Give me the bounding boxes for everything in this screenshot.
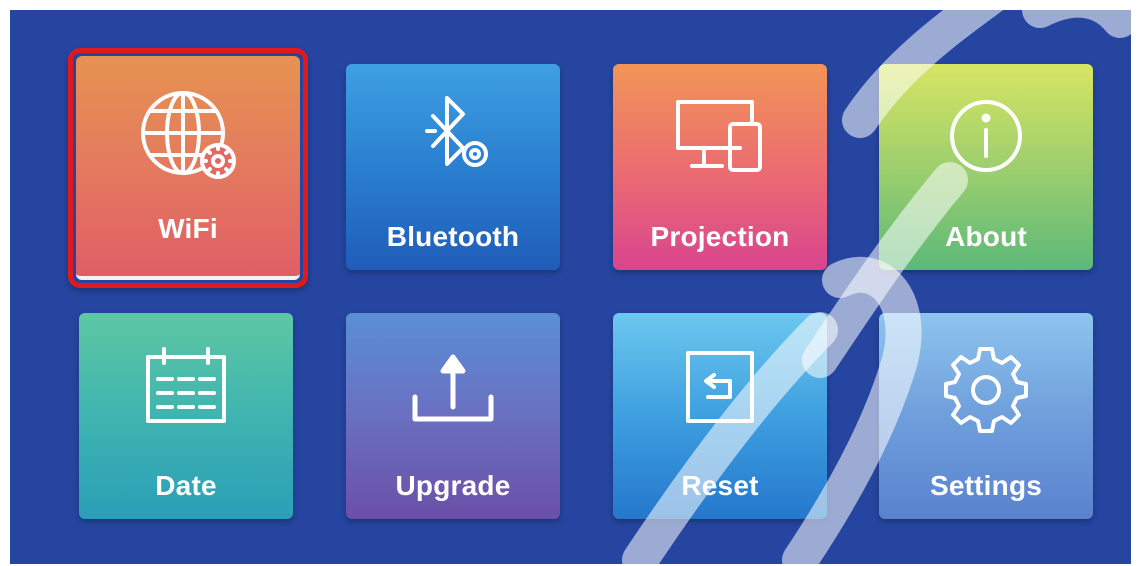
monitor-tablet-icon [660, 86, 780, 186]
tile-bluetooth-label: Bluetooth [386, 221, 520, 252]
tile-projection[interactable]: Projection [613, 64, 827, 270]
tile-upgrade[interactable]: Upgrade [346, 313, 560, 519]
upload-icon [393, 335, 513, 435]
info-icon [926, 86, 1046, 186]
tile-wifi[interactable]: WiFi [68, 48, 308, 288]
tile-date-label: Date [155, 470, 217, 501]
tile-settings-label: Settings [929, 470, 1043, 501]
return-arrow-icon [660, 335, 780, 435]
globe-gear-icon [128, 83, 248, 183]
tile-about-label: About [945, 221, 1027, 252]
tile-reset[interactable]: Reset [613, 313, 827, 519]
tile-settings[interactable]: Settings [879, 313, 1093, 519]
settings-menu-screen: WiFi Bluetooth Projection About Date Upg… [10, 10, 1131, 564]
tile-reset-label: Reset [681, 470, 759, 501]
gear-icon [926, 335, 1046, 435]
tile-bluetooth[interactable]: Bluetooth [346, 64, 560, 270]
calendar-icon [126, 335, 246, 435]
bluetooth-gear-icon [393, 86, 513, 186]
tile-about[interactable]: About [879, 64, 1093, 270]
tile-projection-label: Projection [650, 221, 790, 252]
tile-wifi-label: WiFi [158, 213, 218, 244]
tile-date[interactable]: Date [79, 313, 293, 519]
tile-upgrade-label: Upgrade [395, 470, 511, 501]
